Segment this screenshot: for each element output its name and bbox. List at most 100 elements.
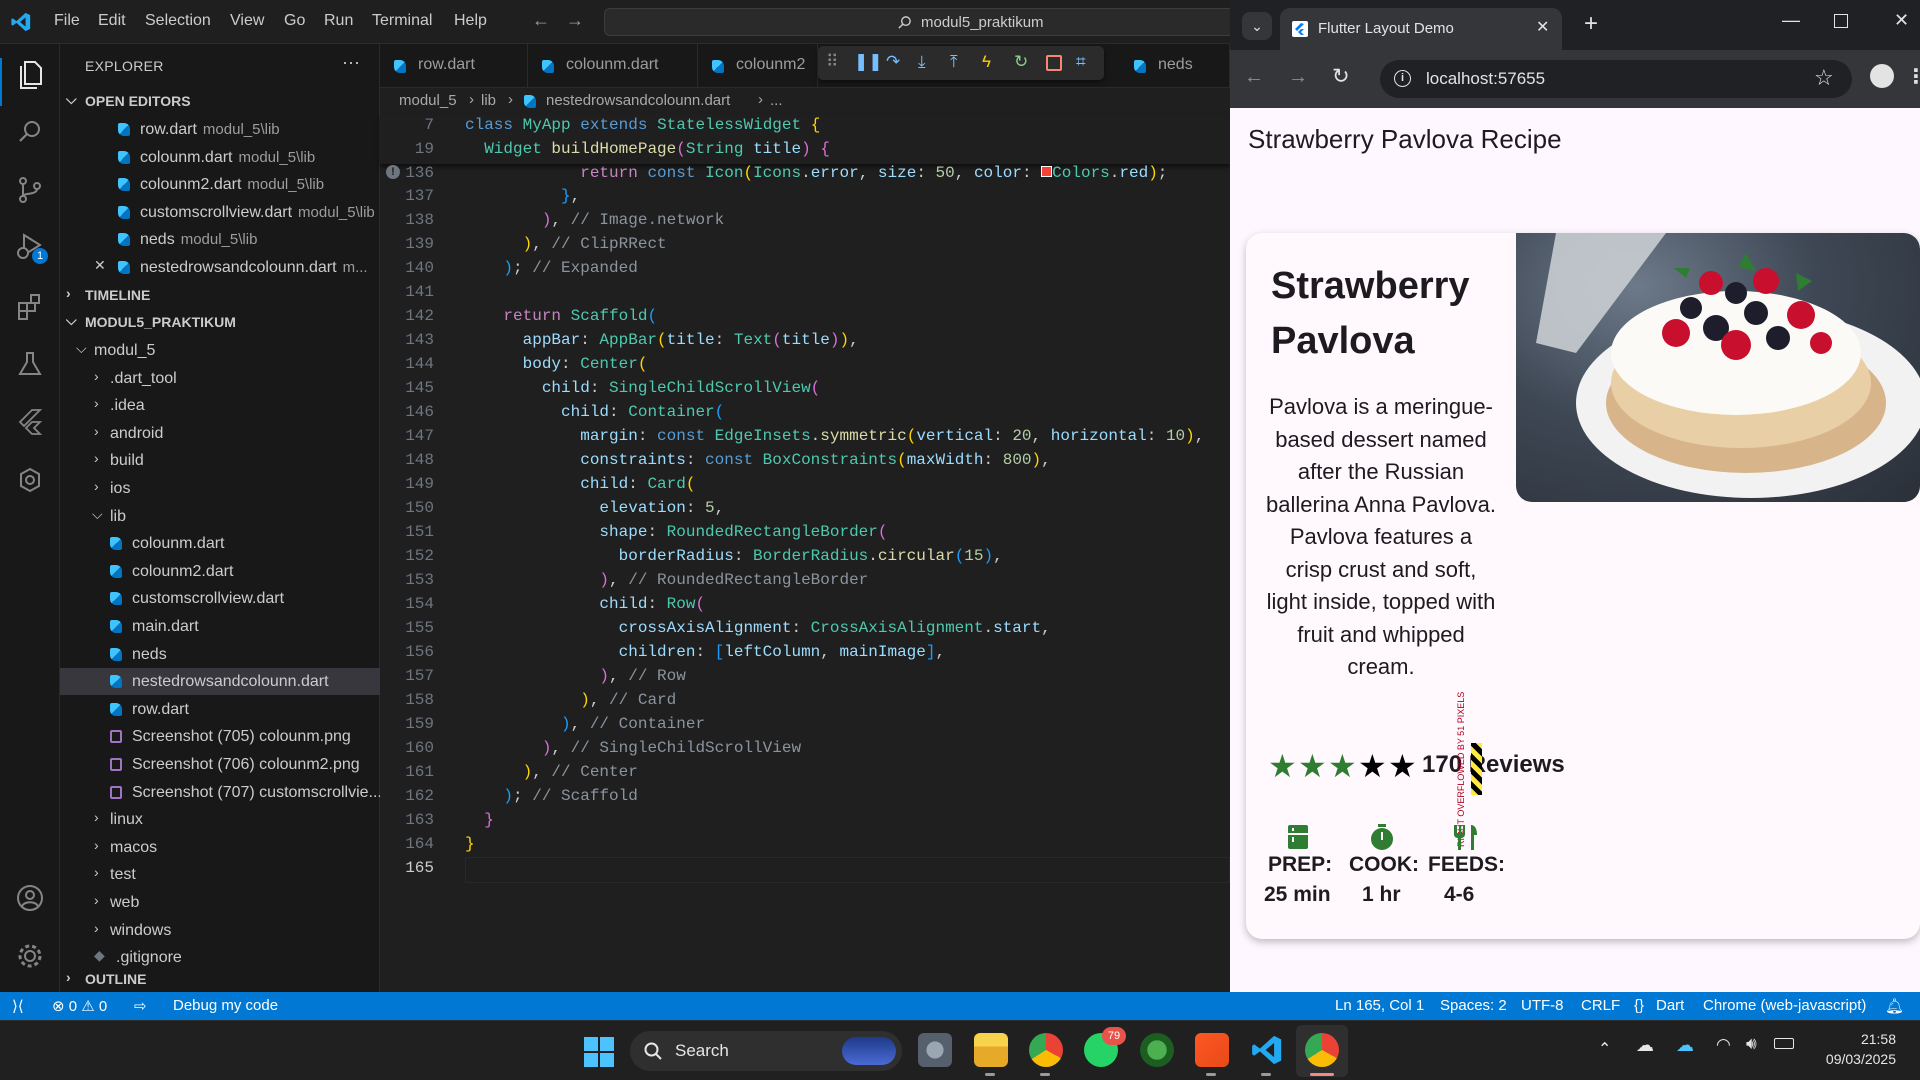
tree-item[interactable]: Screenshot (707) customscrollvie... <box>60 779 382 806</box>
open-editor-item[interactable]: colounm.dart modul_5\lib <box>60 144 380 171</box>
tab-colounm-dart[interactable]: colounm.dart <box>528 44 698 88</box>
tree-item[interactable]: colounm2.dart <box>60 558 380 585</box>
tree-item[interactable]: customscrollview.dart <box>60 585 380 612</box>
chrome-tab-active[interactable]: Flutter Layout Demo ✕ <box>1280 8 1562 50</box>
minimize-icon[interactable]: — <box>1782 10 1800 31</box>
dart-devtools-icon[interactable] <box>12 462 48 498</box>
chrome-menu-icon[interactable]: ⋮ <box>1906 64 1920 89</box>
tab-neds[interactable]: neds <box>1120 44 1230 88</box>
flutter-icon[interactable] <box>12 404 48 440</box>
language-mode[interactable]: Dart <box>1656 997 1684 1014</box>
onedrive-cloud-icon[interactable]: ☁ <box>1636 1035 1654 1056</box>
run-debug-button[interactable]: 1 <box>12 228 48 264</box>
tree-item[interactable]: colounm.dart <box>60 530 380 557</box>
remote-icon[interactable]: ⟩⟨ <box>12 997 24 1015</box>
tree-item[interactable]: ⌵ modul_5 <box>60 337 380 364</box>
accounts-icon[interactable] <box>12 880 48 916</box>
menu-view[interactable]: View <box>230 12 264 30</box>
debug-launch-icon[interactable]: ⇨ <box>134 997 147 1015</box>
step-into-icon[interactable]: ⤓ <box>918 52 926 72</box>
menu-help[interactable]: Help <box>454 12 487 30</box>
office-app-icon[interactable] <box>1195 1033 1229 1067</box>
pause-icon[interactable]: ❚❚ <box>854 52 883 72</box>
tree-item[interactable]: › ios <box>60 475 380 502</box>
search-icon[interactable] <box>12 114 48 150</box>
step-out-icon[interactable]: ⤒ <box>950 52 958 72</box>
open-editor-item[interactable]: neds modul_5\lib <box>60 226 380 253</box>
outline-header[interactable]: › OUTLINE <box>60 968 380 992</box>
menu-run[interactable]: Run <box>324 12 353 30</box>
notifications-bell-icon[interactable]: 🔔︎ <box>1885 997 1904 1015</box>
vscode-taskbar-icon[interactable] <box>1250 1033 1284 1067</box>
close-window-icon[interactable]: ✕ <box>1894 10 1909 31</box>
reload-icon[interactable]: ↻ <box>1332 64 1350 89</box>
tab-colounm2-dart[interactable]: colounm2 <box>698 44 818 88</box>
clock-date[interactable]: 09/03/2025 <box>1818 1051 1896 1067</box>
encoding[interactable]: UTF-8 <box>1521 997 1564 1014</box>
code-editor[interactable]: 7 19 136 137 138 139 140 141 142 143 144 145 146 147 1… <box>380 114 1230 992</box>
open-editor-item[interactable]: customscrollview.dart modul_5\lib <box>60 199 380 226</box>
menu-file[interactable]: File <box>54 12 80 30</box>
source-control-icon[interactable] <box>12 172 48 208</box>
breadcrumb-item[interactable]: lib <box>481 92 496 109</box>
settings-gear-icon[interactable] <box>12 938 48 974</box>
profile-avatar-icon[interactable] <box>1870 64 1894 88</box>
debug-config-label[interactable]: Debug my code <box>173 997 278 1014</box>
extensions-icon[interactable] <box>12 288 48 324</box>
open-editor-item[interactable]: row.dart modul_5\lib <box>60 116 380 143</box>
bookmark-star-icon[interactable]: ☆ <box>1814 65 1834 91</box>
info-icon[interactable]: ! <box>386 165 400 179</box>
project-header[interactable]: ⌵ MODUL5_PRAKTIKUM <box>60 311 380 335</box>
chrome-profile-icon[interactable] <box>1029 1033 1063 1067</box>
close-tab-icon[interactable]: ✕ <box>1536 17 1549 37</box>
menu-edit[interactable]: Edit <box>98 12 126 30</box>
tab-row-dart[interactable]: row.dart <box>380 44 528 88</box>
open-editors-header[interactable]: ⌵ OPEN EDITORS <box>60 90 380 114</box>
forward-icon[interactable]: → <box>1288 66 1308 89</box>
menu-go[interactable]: Go <box>284 12 305 30</box>
tree-item[interactable]: Screenshot (705) colounm.png <box>60 723 380 750</box>
menu-selection[interactable]: Selection <box>145 12 211 30</box>
new-tab-icon[interactable]: + <box>1584 10 1598 38</box>
tree-item[interactable]: nestedrowsandcolounn.dart <box>60 668 380 696</box>
tree-item[interactable]: › android <box>60 420 380 447</box>
breadcrumb-item[interactable]: ... <box>770 92 783 109</box>
maximize-icon[interactable] <box>1834 14 1848 28</box>
battery-icon[interactable] <box>1774 1038 1794 1049</box>
taskbar-search[interactable]: Search <box>630 1031 902 1071</box>
devtools-inspect-icon[interactable]: ⌗ <box>1076 52 1086 72</box>
tree-item[interactable]: row.dart <box>60 696 380 723</box>
flutter-device[interactable]: Chrome (web-javascript) <box>1703 997 1866 1014</box>
tree-item[interactable]: ⌵ lib <box>60 503 380 530</box>
tree-item[interactable]: neds <box>60 641 380 668</box>
wifi-icon[interactable]: ◠ <box>1716 1035 1731 1055</box>
drag-handle-icon[interactable]: ⠿ <box>826 52 838 72</box>
timeline-header[interactable]: › TIMELINE <box>60 284 380 308</box>
hot-reload-icon[interactable]: ϟ <box>982 52 991 72</box>
breadcrumb-item[interactable]: nestedrowsandcolounn.dart <box>546 92 730 109</box>
chrome-taskbar-active[interactable] <box>1296 1025 1348 1077</box>
address-bar[interactable]: i localhost:57655 ☆ <box>1380 60 1852 98</box>
close-icon[interactable]: ✕ <box>94 257 106 274</box>
tree-item[interactable]: Screenshot (706) colounm2.png <box>60 751 380 778</box>
windows-start-icon[interactable] <box>584 1037 614 1067</box>
cursor-position[interactable]: Ln 165, Col 1 <box>1335 997 1424 1014</box>
onedrive-business-icon[interactable]: ☁ <box>1676 1035 1694 1056</box>
menu-terminal[interactable]: Terminal <box>372 12 432 30</box>
tree-item[interactable]: › build <box>60 447 380 474</box>
breadcrumb-item[interactable]: modul_5 <box>399 92 457 109</box>
forward-arrow-icon[interactable]: → <box>566 10 584 31</box>
volume-icon[interactable]: 🔊︎ <box>1746 1034 1757 1054</box>
problems-button[interactable]: ⊗ 0 ⚠ 0 <box>52 997 107 1015</box>
xbox-icon[interactable] <box>1140 1033 1174 1067</box>
explorer-files-icon[interactable] <box>12 56 48 92</box>
tree-item[interactable]: › linux <box>60 806 380 833</box>
step-over-icon[interactable]: ↷ <box>886 52 900 72</box>
tree-item[interactable]: main.dart <box>60 613 380 640</box>
stop-icon[interactable] <box>1046 55 1062 71</box>
restart-icon[interactable]: ↻ <box>1014 52 1028 72</box>
show-hidden-icons-chevron-up-icon[interactable]: ⌃ <box>1598 1039 1611 1059</box>
tree-item[interactable]: › web <box>60 889 380 916</box>
back-arrow-icon[interactable]: ← <box>532 10 550 31</box>
file-explorer-icon[interactable] <box>974 1033 1008 1067</box>
